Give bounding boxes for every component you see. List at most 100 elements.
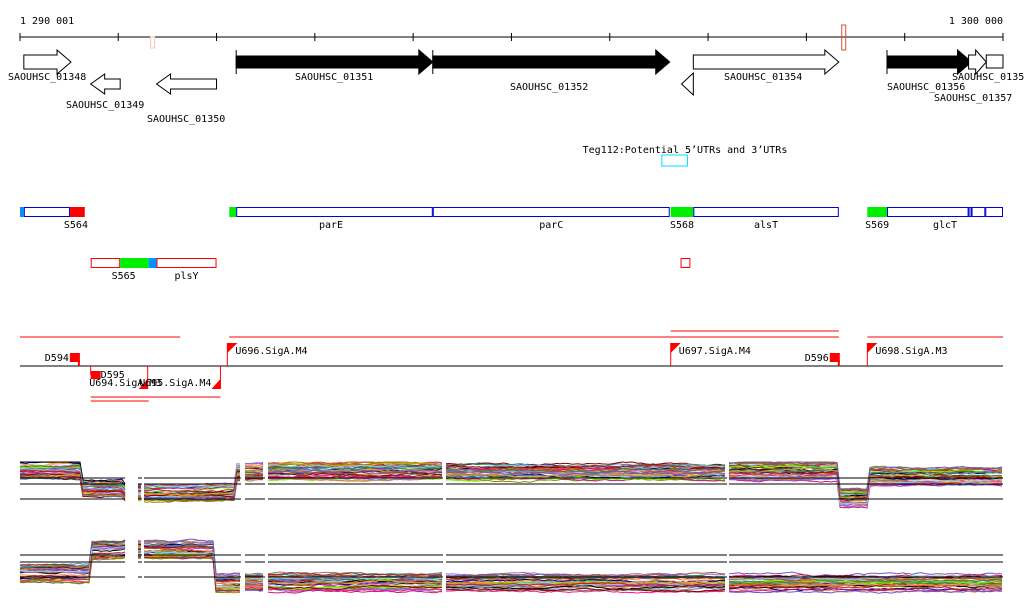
transcript-segment	[23, 207, 71, 217]
gene-label: SAOUHSC_01350	[147, 114, 225, 125]
gene-unnamed	[680, 71, 694, 97]
transcript-s568: S568	[670, 207, 694, 231]
expression-trace	[137, 487, 142, 489]
site-label: U697.SigA.M4	[679, 346, 751, 357]
transcript-label: S568	[670, 220, 694, 231]
expression-trace	[143, 553, 241, 590]
transcript-segment	[236, 207, 433, 217]
gene-track: SAOUHSC_01348 SAOUHSC_01349SAOUHSC_01350 S…	[8, 48, 1024, 125]
coordinate-ruler: 1 290 001 1 300 000	[19, 16, 1004, 41]
position-marker	[150, 36, 156, 49]
gene-label: SAOUHSC_01357	[934, 93, 1012, 104]
genome-browser-view[interactable]: 1 290 001 1 300 000 SAOUHSC_01348SAOUHSC…	[0, 0, 1024, 611]
forward-arrow-icon	[235, 48, 434, 76]
gene-label: SAOUHSC_01348	[8, 72, 86, 83]
gene-saouhsc_01352: SAOUHSC_01352	[432, 48, 671, 93]
gene-label: SAOUHSC_01354	[724, 72, 802, 83]
transcript-label: parC	[539, 220, 563, 231]
expression-trace	[244, 467, 264, 470]
transcript-segment	[120, 258, 149, 268]
transcript-segment	[971, 207, 986, 217]
site-d594: D594	[45, 353, 80, 366]
expression-trace	[137, 500, 142, 502]
gene-label: SAOUHSC_01356	[887, 82, 965, 93]
forward-arrow-icon	[23, 48, 72, 76]
site-label: D594	[45, 353, 69, 364]
transcript-alst: alsT	[693, 207, 839, 231]
forward-arrow-icon	[692, 48, 840, 76]
transcript-label: S564	[64, 220, 88, 231]
site-label: D596	[805, 353, 829, 364]
gene-label: SAOUHSC_0135	[952, 72, 1024, 83]
transcript-segment	[432, 207, 670, 217]
expression-track	[19, 461, 1003, 594]
site-u698-siga-m3: U698.SigA.M3	[866, 343, 948, 366]
site-label: U696.SigA.M4	[235, 346, 307, 357]
expression-trace	[244, 581, 263, 584]
transcript-segment	[985, 207, 1004, 217]
expression-trace	[137, 546, 142, 549]
promoter-track: D594D595U694.SigA.M3U695.SigA.M4U696.Sig…	[20, 330, 1003, 402]
forward-arrow-icon	[968, 48, 987, 76]
transcript-segment	[968, 207, 972, 217]
forward-arrow-icon	[432, 48, 671, 76]
site-u697-siga-m4: U697.SigA.M4	[670, 343, 751, 366]
expression-trace	[244, 588, 264, 591]
gene-saouhsc_01348: SAOUHSC_01348	[8, 48, 86, 83]
transcript-segment	[148, 258, 157, 268]
expression-trace	[137, 542, 142, 544]
transcript-segment	[867, 207, 887, 217]
expression-panel-2	[19, 538, 1003, 594]
transcript-segment	[693, 207, 839, 217]
transcript-segment	[90, 258, 121, 268]
gene-label: SAOUHSC_01349	[66, 100, 144, 111]
gene-box	[985, 54, 1004, 69]
site-u695-siga-m4: U695.SigA.M4	[139, 366, 221, 389]
transcript-track: S564 parE parC S568 alsT S569 glcT S565 plsY	[20, 207, 1004, 282]
transcript-label: S569	[865, 220, 889, 231]
gene-label: SAOUHSC_01351	[295, 72, 373, 83]
expression-trace	[137, 551, 142, 554]
transcript-label: plsY	[174, 271, 198, 282]
transcript-s565: S565	[90, 258, 157, 282]
transcript-plsy: plsY	[156, 258, 217, 282]
transcript-segment	[886, 207, 969, 217]
transcript-parc: parC	[432, 207, 670, 231]
gene-saouhsc_01350: SAOUHSC_01350	[147, 73, 225, 125]
transcript-unnamed	[680, 258, 691, 268]
reverse-arrow-icon	[155, 73, 218, 95]
transcript-segment	[680, 258, 691, 268]
transcript-label: parE	[319, 220, 343, 231]
expression-trace	[244, 473, 264, 476]
ruler-end-label: 1 300 000	[949, 16, 1003, 27]
gene-label: SAOUHSC_01352	[510, 82, 588, 93]
transcript-label: alsT	[754, 220, 778, 231]
reverse-arrow-icon	[680, 71, 694, 97]
expression-trace	[244, 470, 264, 472]
site-u696-siga-m4: U696.SigA.M4	[226, 343, 308, 366]
transcript-segment	[670, 207, 694, 217]
transcript-s564: S564	[20, 207, 88, 231]
transcript-pare: parE	[229, 207, 433, 231]
expression-trace	[137, 488, 142, 491]
transcript-segment	[229, 207, 237, 217]
transcript-label: glcT	[933, 220, 957, 231]
forward-arrow-icon	[886, 48, 973, 76]
expression-trace	[244, 585, 264, 588]
site-d596: D596	[805, 353, 840, 366]
expression-trace	[137, 540, 142, 542]
gene-saouhsc_01354: SAOUHSC_01354	[692, 48, 840, 83]
gene-saouhsc_01351: SAOUHSC_01351	[235, 48, 434, 83]
teg-track: Teg112:Potential 5’UTRs and 3’UTRs	[583, 145, 787, 167]
reverse-flag-icon	[211, 379, 221, 389]
site-label: U698.SigA.M3	[875, 346, 947, 357]
ruler-start-label: 1 290 001	[20, 16, 74, 27]
teg-box	[661, 154, 688, 167]
expression-trace	[143, 553, 241, 590]
reverse-arrow-icon	[89, 73, 121, 95]
transcript-segment	[20, 207, 24, 217]
transcript-segment	[156, 258, 217, 268]
transcript-label: S565	[112, 271, 136, 282]
expression-trace	[143, 463, 241, 486]
expression-trace	[244, 464, 264, 467]
